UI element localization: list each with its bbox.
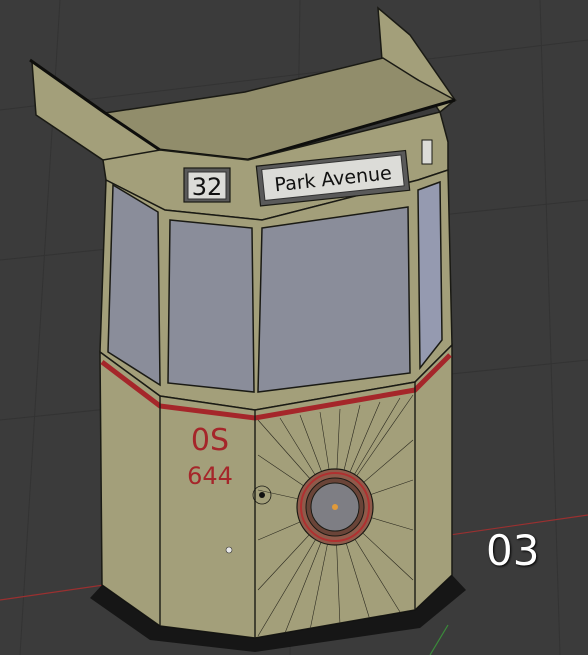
headlight-icon [296,468,374,546]
side-sign-right [421,139,433,165]
fleet-code: 0S [191,423,229,458]
frame-label: 03 [486,526,540,575]
window-left [107,183,161,387]
route-number-sign: 32 [183,167,231,203]
window-right [417,180,443,371]
route-number: 32 [192,173,223,201]
fleet-number: 644 [187,462,233,490]
window-front-left [167,219,255,393]
axis-y-line [429,624,449,655]
door-handle-icon [225,546,233,554]
window-front [257,206,411,393]
3d-viewport[interactable]: 32 Park Avenue 0S 644 03 [0,0,588,655]
